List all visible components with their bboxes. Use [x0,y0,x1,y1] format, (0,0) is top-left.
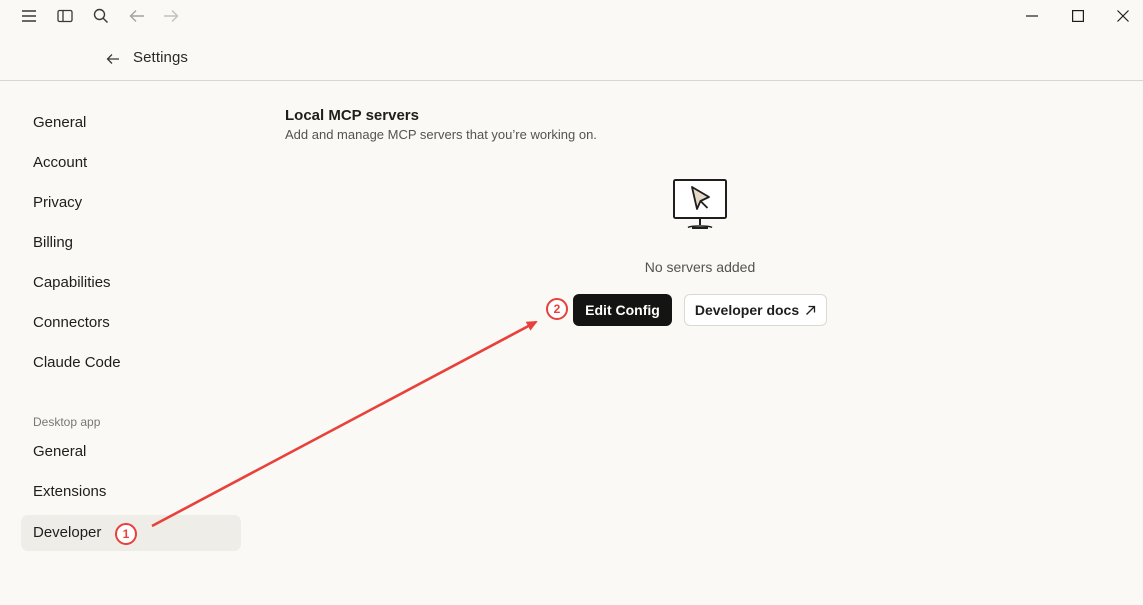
sidebar-item-label: Extensions [33,483,107,500]
sidebar-item-extensions[interactable]: Extensions [21,474,241,510]
menu-icon[interactable] [19,6,39,26]
search-icon[interactable] [91,6,111,26]
sidebar-item-label: Developer [33,524,102,541]
sidebar-toggle-icon[interactable] [55,6,75,26]
main-content: Local MCP servers Add and manage MCP ser… [285,82,1135,602]
developer-docs-button[interactable]: Developer docs [684,294,827,326]
sidebar-item-billing[interactable]: Billing [21,225,241,261]
sidebar-item-label: Connectors [33,314,110,331]
sidebar-item-claude-code[interactable]: Claude Code [21,345,241,381]
sidebar-item-desktop-general[interactable]: General [21,434,241,470]
maximize-icon[interactable] [1068,6,1088,26]
empty-state-text: No servers added [644,259,756,275]
section-title: Local MCP servers [285,107,419,124]
edit-config-label: Edit Config [585,302,660,318]
sidebar-item-label: General [33,114,87,131]
developer-docs-label: Developer docs [694,302,800,318]
sidebar-item-label: General [33,443,87,460]
sidebar-item-developer[interactable]: Developer [21,515,241,551]
sidebar-item-privacy[interactable]: Privacy [21,185,241,221]
close-icon[interactable] [1113,6,1133,26]
back-icon[interactable] [127,6,147,26]
sidebar-item-capabilities[interactable]: Capabilities [21,265,241,301]
sidebar-item-connectors[interactable]: Connectors [21,305,241,341]
monitor-cursor-icon [671,178,729,234]
page-title: Settings [133,49,188,66]
forward-icon[interactable] [161,6,181,26]
section-subtitle: Add and manage MCP servers that you’re w… [285,127,597,142]
settings-back-icon[interactable] [104,50,122,68]
sidebar-item-label: Capabilities [33,274,111,291]
edit-config-button[interactable]: Edit Config [573,294,672,326]
sidebar-item-label: Billing [33,234,74,251]
sidebar-item-general[interactable]: General [21,105,241,141]
settings-sidebar: General Account Privacy Billing Capabili… [0,82,260,605]
title-bar [0,0,1143,32]
sidebar-item-label: Account [33,154,88,171]
settings-header: Settings [0,40,1143,81]
minimize-icon[interactable] [1022,6,1042,26]
sidebar-item-label: Privacy [33,194,83,211]
sidebar-section-desktop-app: Desktop app [33,415,101,429]
sidebar-item-label: Claude Code [33,354,121,371]
external-link-icon [805,305,816,316]
sidebar-item-account[interactable]: Account [21,145,241,181]
